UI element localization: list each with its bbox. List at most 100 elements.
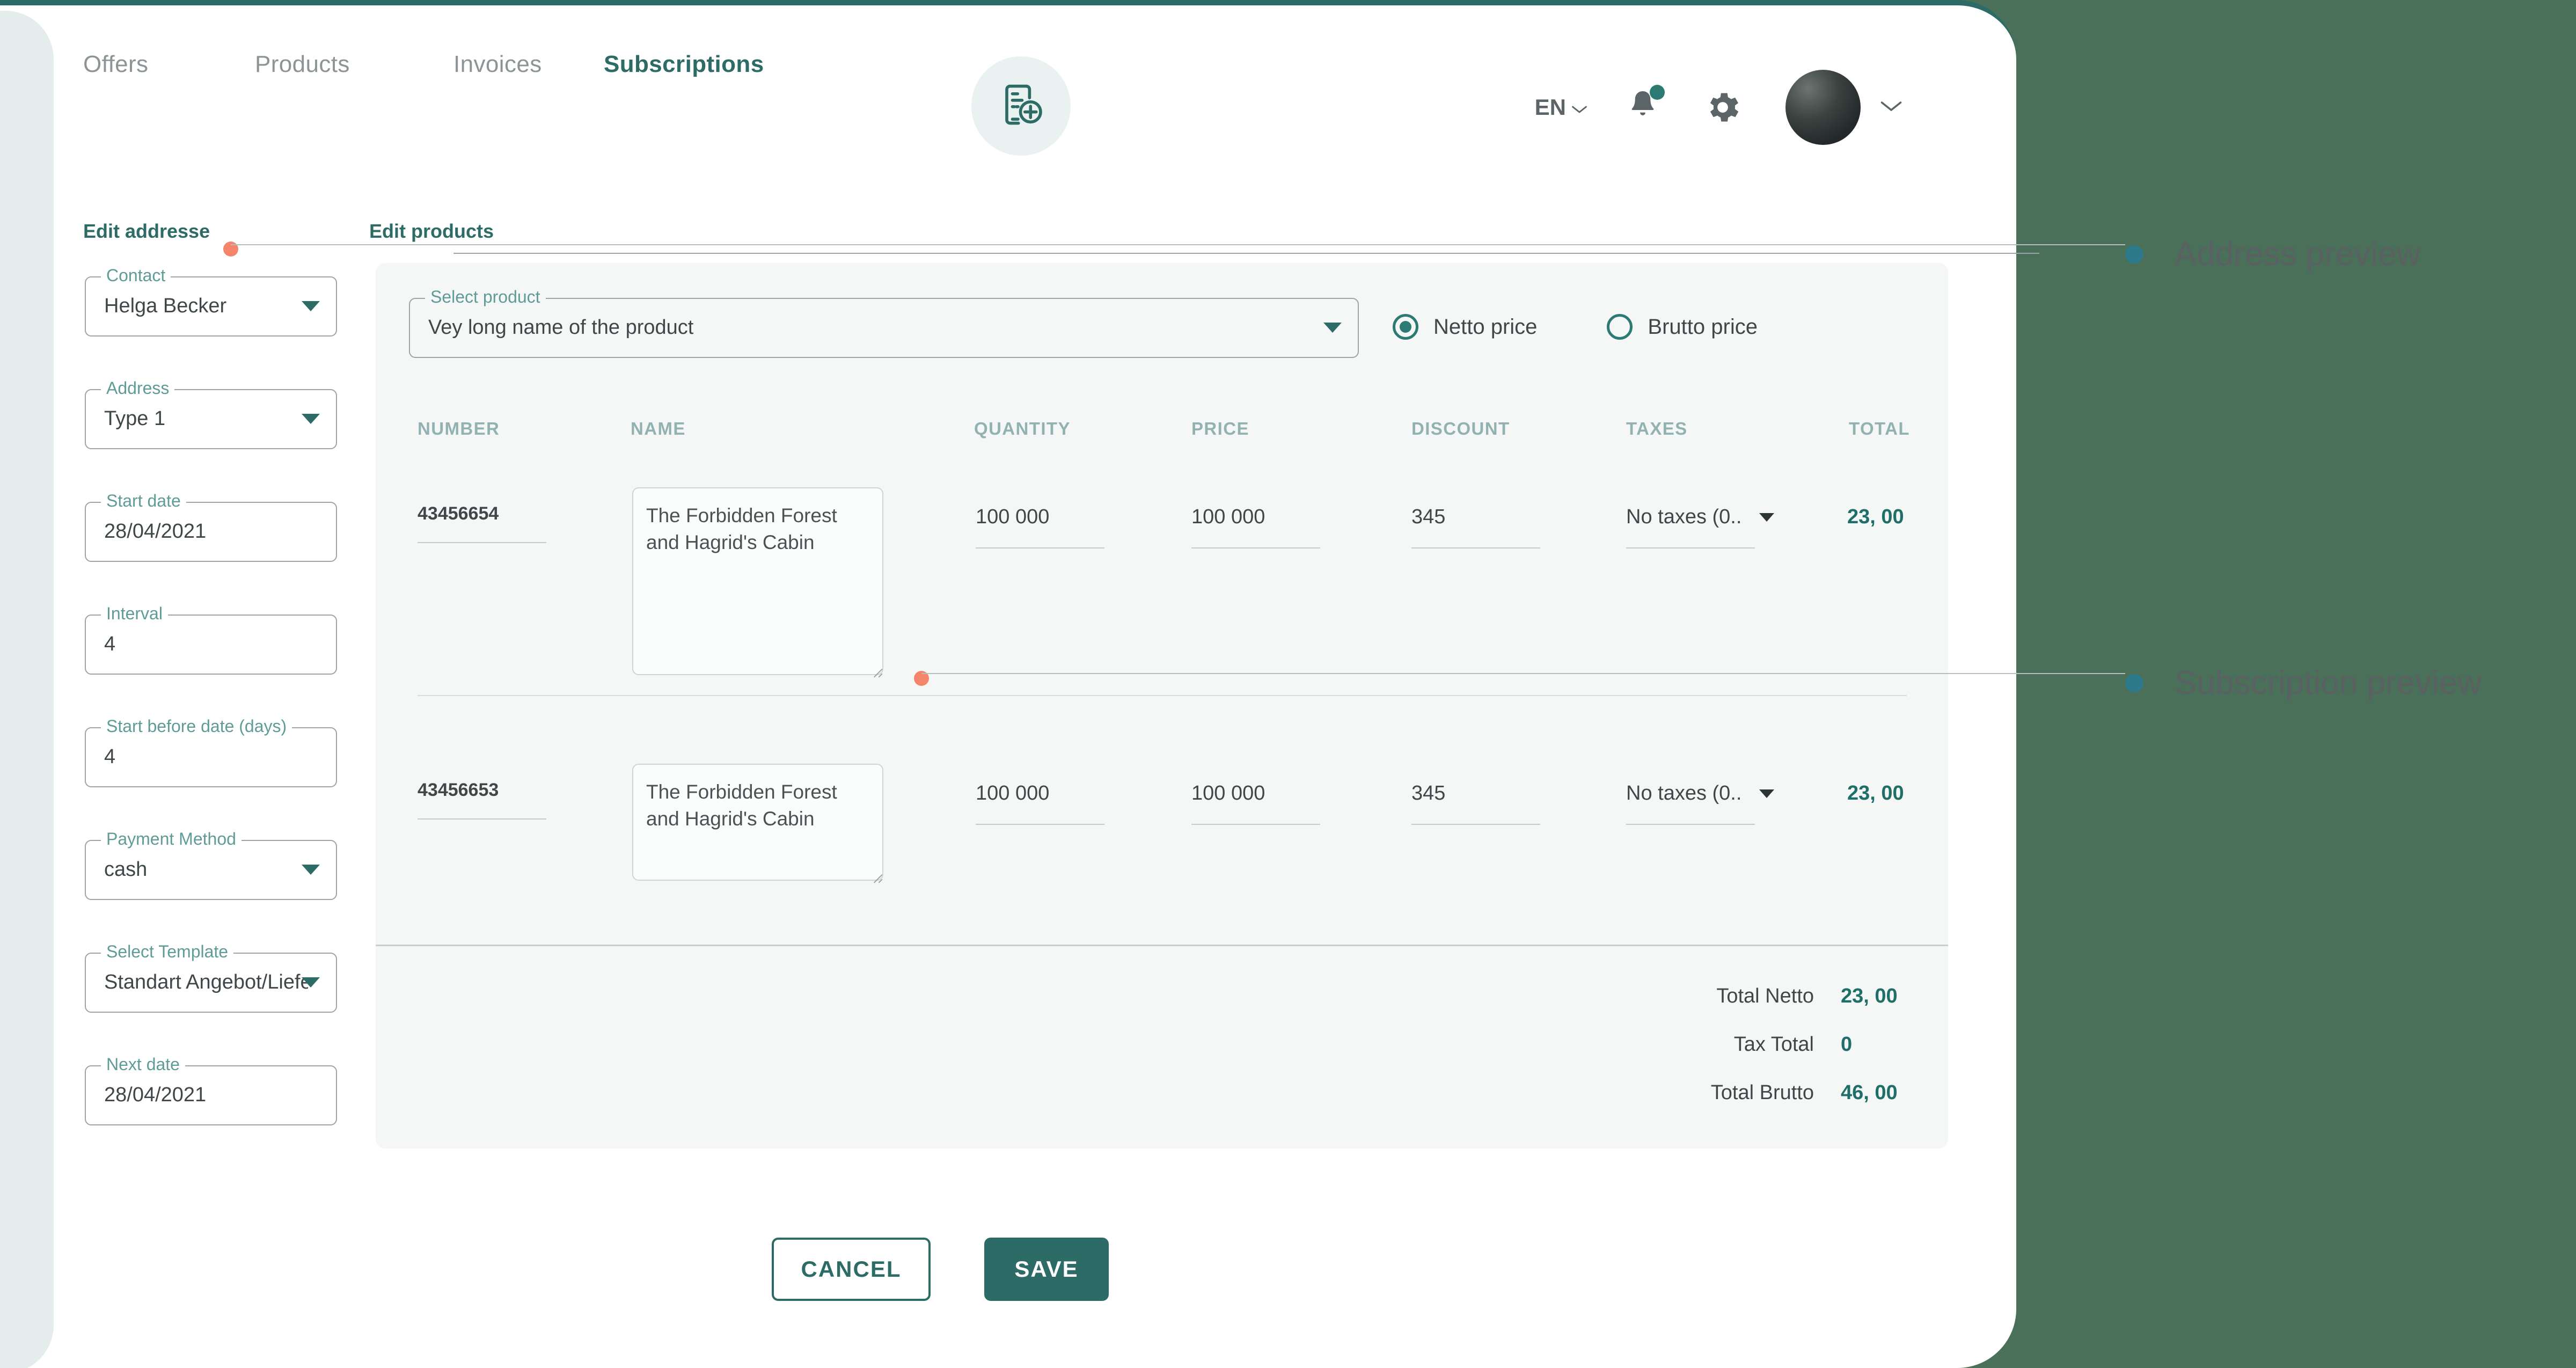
notifications-button[interactable] <box>1625 85 1665 129</box>
field-address[interactable]: Address Type 1 <box>85 378 337 449</box>
cancel-button[interactable]: CANCEL <box>772 1238 931 1301</box>
products-panel: Select product Vey long name of the prod… <box>376 263 1948 1148</box>
annotation-address-preview-label: Address preview <box>2175 236 2421 273</box>
app-header: Offers Products Invoices Subscriptions E… <box>54 11 1959 172</box>
field-start-before-date-value: 4 <box>104 745 116 768</box>
column-header-quantity: QUANTITY <box>974 419 1071 438</box>
annotation-dot-icon <box>2125 245 2143 264</box>
field-start-before-date-label: Start before date (days) <box>101 716 292 736</box>
field-interval[interactable]: Interval 4 <box>85 604 337 675</box>
chevron-down-icon[interactable] <box>302 301 320 311</box>
select-product-value: Vey long name of the product <box>428 316 694 339</box>
row-price[interactable]: 100 000 <box>1191 506 1265 529</box>
field-start-before-date[interactable]: Start before date (days) 4 <box>85 716 337 787</box>
language-selector[interactable]: EN <box>1535 94 1587 120</box>
gear-icon <box>1703 93 1743 129</box>
nav-item-subscriptions[interactable]: Subscriptions <box>604 51 764 78</box>
tab-edit-products[interactable]: Edit products <box>369 220 494 243</box>
save-button[interactable]: SAVE <box>984 1238 1109 1301</box>
radio-netto-price-label: Netto price <box>1433 314 1538 339</box>
annotation-subscription-preview: Subscription preview <box>2125 664 2482 702</box>
chevron-down-icon[interactable] <box>1759 789 1774 798</box>
chevron-down-icon[interactable] <box>302 414 320 424</box>
header-controls: EN <box>1535 70 1902 145</box>
app-window: Offers Products Invoices Subscriptions E… <box>0 0 2039 1368</box>
column-header-number: NUMBER <box>418 419 500 438</box>
radio-selected-icon <box>1393 314 1418 340</box>
row-quantity[interactable]: 100 000 <box>976 782 1049 805</box>
row-price[interactable]: 100 000 <box>1191 782 1265 805</box>
add-document-button[interactable] <box>971 56 1071 156</box>
field-next-date[interactable]: Next date 28/04/2021 <box>85 1055 337 1125</box>
annotation-subscription-preview-label: Subscription preview <box>2175 664 2482 701</box>
field-select-template-label: Select Template <box>101 942 234 962</box>
tab-edit-address[interactable]: Edit addresse <box>83 220 210 243</box>
radio-unselected-icon <box>1607 314 1633 340</box>
field-contact-value: Helga Becker <box>104 295 227 317</box>
annotation-leader-line-address <box>231 244 2125 245</box>
tax-total-line: Tax Total 0 <box>1572 1033 1948 1081</box>
field-address-value: Type 1 <box>104 407 166 430</box>
price-mode-radio-group: Netto price Brutto price <box>1393 314 1758 340</box>
total-brutto-value: 46, 00 <box>1841 1081 1898 1104</box>
annotation-dot-icon <box>2125 674 2143 692</box>
tax-total-label: Tax Total <box>1733 1033 1814 1056</box>
nav-item-offers[interactable]: Offers <box>83 51 255 78</box>
row-quantity[interactable]: 100 000 <box>976 506 1049 529</box>
select-product-label: Select product <box>425 287 546 307</box>
field-interval-value: 4 <box>104 633 116 655</box>
row-number: 43456653 <box>418 780 499 800</box>
field-payment-method-label: Payment Method <box>101 829 241 849</box>
field-next-date-value: 28/04/2021 <box>104 1084 207 1106</box>
row-number: 43456654 <box>418 503 499 524</box>
row-discount[interactable]: 345 <box>1411 782 1445 805</box>
radio-brutto-price[interactable]: Brutto price <box>1607 314 1758 340</box>
field-address-label: Address <box>101 378 175 398</box>
chevron-down-icon[interactable] <box>1759 513 1774 522</box>
field-select-template-value: Standart Angebot/Liefer <box>104 971 308 993</box>
field-next-date-label: Next date <box>101 1055 185 1074</box>
bell-icon <box>1625 91 1660 128</box>
field-contact[interactable]: Contact Helga Becker <box>85 266 337 336</box>
total-brutto-line: Total Brutto 46, 00 <box>1572 1081 1948 1130</box>
chevron-down-icon[interactable] <box>302 865 320 875</box>
avatar[interactable] <box>1785 70 1861 145</box>
add-document-icon <box>997 81 1045 131</box>
row-taxes[interactable]: No taxes (0.. <box>1626 782 1741 805</box>
row-total: 23, 00 <box>1847 782 1904 804</box>
settings-button[interactable] <box>1703 87 1743 127</box>
address-form: Contact Helga Becker Address Type 1 Star… <box>85 266 337 1178</box>
row-name-textarea[interactable]: The Forbidden Forest and Hagrid's Cabin <box>632 764 883 881</box>
nav-item-products[interactable]: Products <box>255 51 453 78</box>
annotation-address-preview: Address preview <box>2125 235 2420 273</box>
radio-netto-price[interactable]: Netto price <box>1393 314 1537 340</box>
row-taxes[interactable]: No taxes (0.. <box>1626 506 1741 529</box>
row-discount[interactable]: 345 <box>1411 506 1445 529</box>
field-start-date-label: Start date <box>101 491 186 511</box>
field-start-date[interactable]: Start date 28/04/2021 <box>85 491 337 562</box>
notification-badge <box>1650 85 1665 100</box>
field-interval-label: Interval <box>101 604 168 624</box>
row-name-textarea[interactable]: The Forbidden Forest and Hagrid's Cabin <box>632 487 883 675</box>
total-netto-label: Total Netto <box>1716 985 1814 1007</box>
radio-brutto-price-label: Brutto price <box>1648 314 1758 339</box>
field-start-date-value: 28/04/2021 <box>104 520 207 543</box>
nav-item-invoices[interactable]: Invoices <box>453 51 604 78</box>
products-table-header: NUMBER NAME QUANTITY PRICE DISCOUNT TAXE… <box>376 419 1948 451</box>
totals-divider <box>376 945 1948 946</box>
language-label: EN <box>1534 94 1566 120</box>
resize-handle-icon[interactable] <box>869 870 883 884</box>
chevron-down-icon[interactable] <box>1323 323 1342 333</box>
chevron-down-icon[interactable] <box>302 977 320 987</box>
column-header-total: TOTAL <box>1849 419 1910 438</box>
field-contact-label: Contact <box>101 266 171 286</box>
section-tabs: Edit addresse Edit products <box>83 220 2039 254</box>
main-navigation: Offers Products Invoices Subscriptions <box>83 51 764 78</box>
column-header-taxes: TAXES <box>1626 419 1688 438</box>
resize-handle-icon[interactable] <box>869 664 883 678</box>
select-product-dropdown[interactable]: Select product Vey long name of the prod… <box>409 287 1359 358</box>
field-payment-method[interactable]: Payment Method cash <box>85 829 337 900</box>
field-select-template[interactable]: Select Template Standart Angebot/Liefer <box>85 942 337 1013</box>
avatar-chevron-down-icon[interactable] <box>1880 99 1902 116</box>
column-header-price: PRICE <box>1191 419 1249 438</box>
